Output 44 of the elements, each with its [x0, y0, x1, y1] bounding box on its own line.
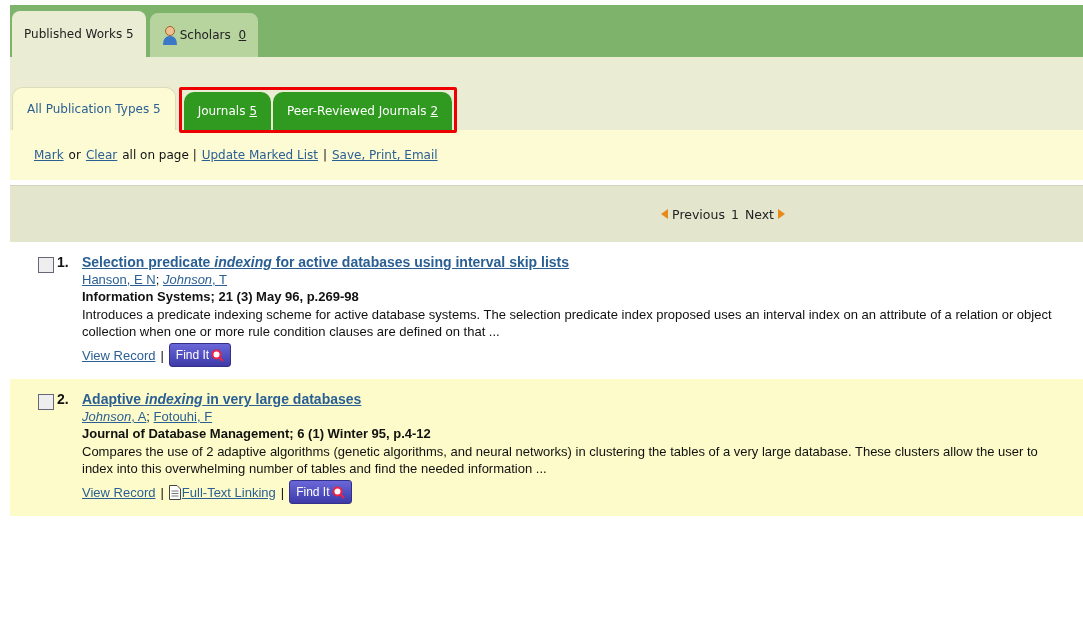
find-it-button[interactable]: Find It — [168, 343, 232, 367]
separator: ; — [146, 409, 150, 424]
source-text: Journal of Database Management; 6 (1) Winter 95, p.4-12 — [82, 426, 431, 441]
tab[interactable]: All Publication Types 5 — [12, 87, 176, 130]
toolbar-text: or — [68, 148, 81, 162]
author-link[interactable]: Fotouhi, F — [153, 409, 213, 424]
view-record-link[interactable]: View Record — [82, 484, 156, 500]
result-number: 1. — [57, 254, 70, 272]
checkbox[interactable] — [38, 257, 54, 273]
next-link[interactable]: Next — [744, 206, 785, 222]
previous-link[interactable]: Previous — [661, 206, 725, 222]
separator: | — [280, 484, 285, 500]
full-text-link[interactable]: Full-Text Linking — [181, 484, 276, 500]
toolbar-text: | — [322, 148, 327, 162]
right-triangle-icon — [778, 209, 785, 219]
toolbar-link[interactable]: Clear — [85, 148, 118, 162]
author-link[interactable]: Hanson, E N — [82, 272, 156, 287]
toolbar-link[interactable]: Save, Print, Email — [332, 148, 438, 162]
author-link[interactable]: Johnson, T — [162, 272, 228, 287]
source-text: Information Systems; 21 (3) May 96, p.269-98 — [82, 289, 359, 304]
magnifier-icon — [211, 348, 225, 362]
page-number: 1 — [730, 206, 739, 222]
result-title-link[interactable]: Selection predicate indexing for active databases using interval skip lists — [82, 254, 570, 270]
toolbar-text: all on page | — [122, 148, 197, 162]
view-record-link[interactable]: View Record — [82, 347, 156, 363]
tab[interactable]: Journals 5 — [183, 92, 272, 130]
abstract-text: Introduces a predicate indexing scheme for active database systems. The selection predicate index proposed uses an interval index on an attribute of a relation or object collection when one or more rule condition clauses are defined on that ... — [82, 306, 1053, 340]
abstract-text: Compares the use of 2 adaptive algorithms (genetic algorithms, and neural networks) in clustering the tables of a very large database. These clusters allow the user to index into this overwhelming number of tables and find the needed information ... — [82, 443, 1039, 477]
toolbar-link[interactable]: Update Marked List — [201, 148, 318, 162]
separator: | — [160, 484, 164, 500]
result-number: 2. — [57, 391, 70, 409]
left-triangle-icon — [661, 209, 669, 219]
tab[interactable]: Scholars 0 — [149, 13, 259, 57]
separator: | — [160, 347, 164, 363]
checkbox[interactable] — [38, 394, 54, 410]
magnifier-icon — [331, 485, 345, 499]
tab[interactable]: Peer-Reviewed Journals 2 — [273, 92, 453, 130]
tab[interactable]: Published Works 5 — [12, 11, 146, 57]
result-title-link[interactable]: Adaptive indexing in very large databases — [82, 391, 362, 407]
document-icon — [168, 484, 181, 500]
toolbar-link[interactable]: Mark — [34, 148, 64, 162]
person-icon — [161, 25, 178, 45]
find-it-button[interactable]: Find It — [289, 480, 352, 504]
separator: ; — [155, 272, 160, 287]
